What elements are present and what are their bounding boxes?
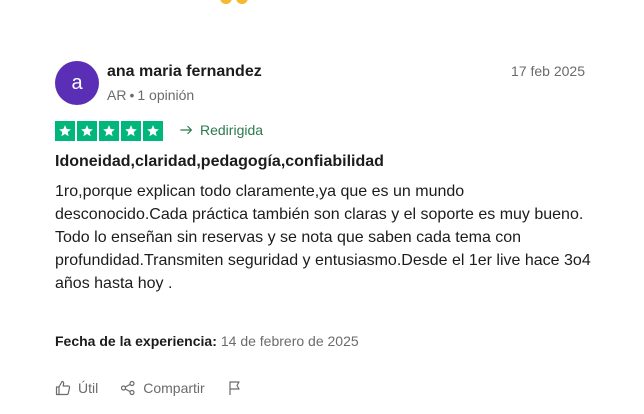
review-paragraph: 1ro,porque explican todo claramente,ya q…	[55, 183, 584, 223]
arrow-right-icon	[180, 123, 194, 137]
review-body: 1ro,porque explican todo claramente,ya q…	[55, 180, 595, 295]
star-icon	[55, 121, 75, 141]
star-icon	[143, 121, 163, 141]
report-button[interactable]	[227, 380, 243, 396]
share-label: Compartir	[143, 380, 205, 396]
review-title[interactable]: Idoneidad,claridad,pedagogía,confiabilid…	[55, 153, 384, 171]
author-name[interactable]: ana maria fernandez	[107, 63, 262, 81]
review-card: a ana maria fernandez AR • 1 opinión 17 fe…	[0, 0, 644, 414]
experience-date-value: 14 de febrero de 2025	[220, 333, 359, 349]
flag-icon	[227, 380, 243, 396]
author-country: AR	[107, 87, 127, 103]
review-paragraph: Todo lo enseñan sin reservas y se nota q…	[55, 229, 591, 292]
share-icon	[120, 380, 136, 396]
redirect-badge[interactable]: Redirigida	[180, 122, 263, 138]
author-opinions-count: 1 opinión	[137, 87, 195, 103]
author-meta: AR • 1 opinión	[107, 87, 194, 103]
avatar[interactable]: a	[55, 61, 99, 105]
star-rating	[55, 121, 163, 141]
experience-date-label: Fecha de la experiencia:	[55, 333, 217, 349]
share-button[interactable]: Compartir	[120, 380, 205, 396]
thumbs-up-icon	[55, 380, 71, 396]
star-icon	[99, 121, 119, 141]
review-actions: Útil Compartir	[55, 380, 243, 396]
review-date: 17 feb 2025	[511, 63, 585, 79]
star-icon	[77, 121, 97, 141]
meta-separator: •	[129, 87, 135, 103]
star-icon	[121, 121, 141, 141]
redirect-label: Redirigida	[200, 122, 264, 138]
experience-date: Fecha de la experiencia: 14 de febrero de…	[55, 333, 359, 349]
useful-button[interactable]: Útil	[55, 380, 98, 396]
useful-label: Útil	[78, 380, 99, 396]
